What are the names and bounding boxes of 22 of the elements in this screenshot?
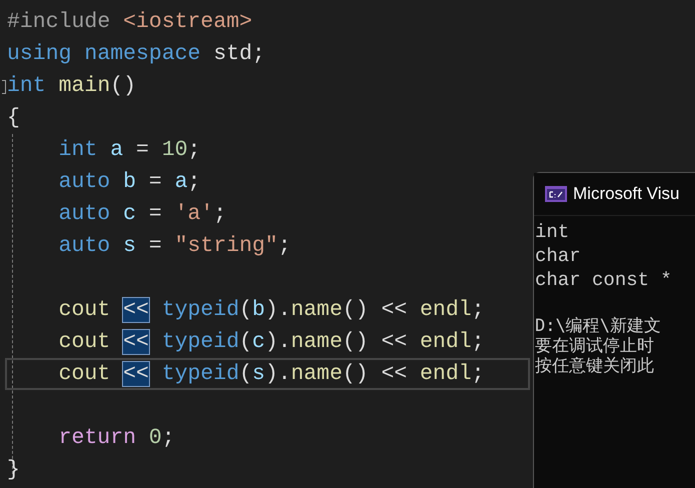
console-message-line: 要在调试停止时 (535, 336, 655, 356)
code-line: int main() (7, 73, 136, 100)
code-line: cout << typeid(s).name() << endl; (58, 361, 484, 388)
code-line: auto c = 'a'; (58, 201, 226, 228)
code-line: #include <iostream> (7, 9, 252, 36)
console-app-icon (545, 186, 567, 202)
code-line: { (7, 105, 20, 132)
console-message-line: D:\编程\新建文 (535, 316, 662, 336)
code-line: } (7, 457, 20, 484)
fold-marker-icon[interactable] (2, 80, 6, 94)
code-line: using namespace std; (7, 41, 266, 68)
code-line: cout << typeid(c).name() << endl; (58, 329, 484, 356)
console-output-line: char (535, 244, 582, 268)
code-line: return 0; (58, 425, 175, 452)
code-line: int a = 10; (58, 137, 201, 164)
console-output-line: char const * (535, 268, 673, 292)
code-line: auto s = "string"; (58, 233, 291, 260)
console-output-line: int (535, 220, 570, 244)
code-line: auto b = a; (58, 169, 201, 196)
window-title: Microsoft Visu (573, 184, 680, 204)
code-line: cout << typeid(b).name() << endl; (58, 297, 484, 324)
console-message-line: 按任意键关闭此 (535, 356, 655, 376)
